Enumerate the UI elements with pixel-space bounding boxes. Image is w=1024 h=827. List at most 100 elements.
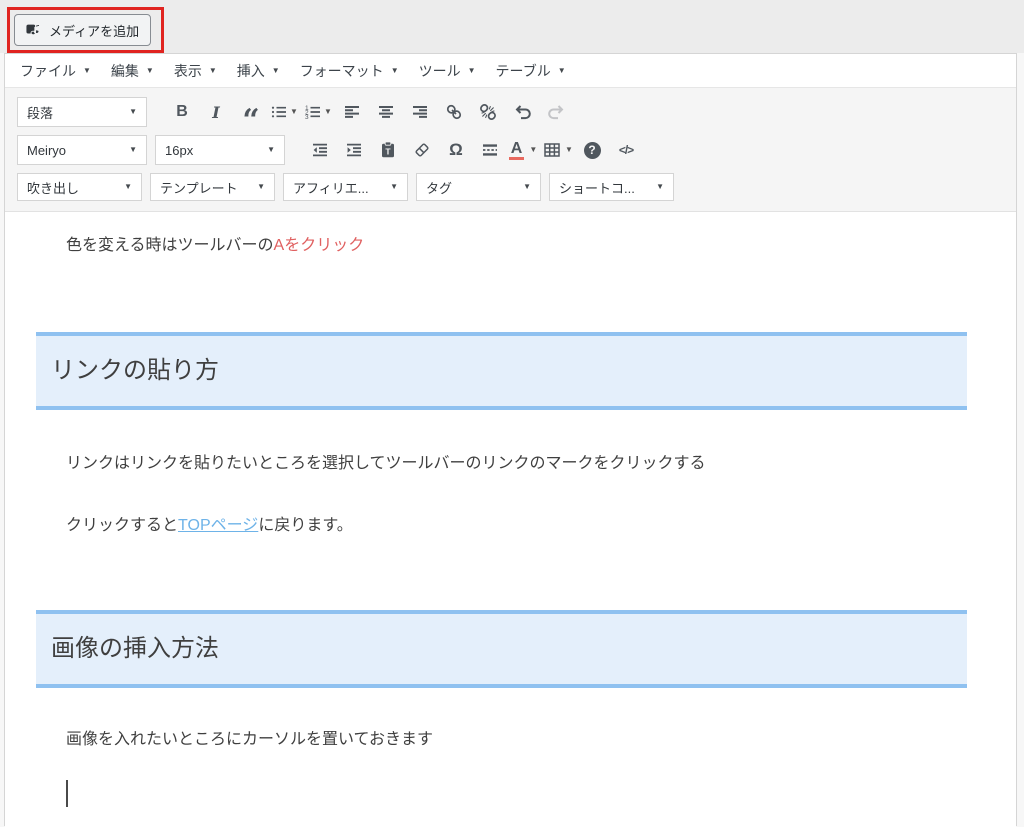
affiliate-select[interactable]: アフィリエ... ▼ (283, 173, 408, 201)
indent-button[interactable] (337, 134, 371, 166)
align-left-button[interactable] (335, 96, 369, 128)
redo-button[interactable] (539, 96, 573, 128)
menu-edit-label: 編集 (111, 61, 139, 81)
bold-button[interactable]: B (165, 96, 199, 128)
menu-insert[interactable]: 挿入 ▼ (227, 54, 290, 87)
toolbar-row-2: Meiryo ▼ 16px ▼ (17, 131, 1004, 169)
menu-table[interactable]: テーブル ▼ (486, 54, 576, 87)
shortcode-value: ショートコ... (559, 178, 635, 197)
font-size-value: 16px (165, 143, 193, 158)
link-icon (445, 103, 463, 121)
help-icon: ? (584, 142, 601, 159)
chevron-down-icon: ▼ (272, 67, 280, 75)
top-page-link[interactable]: TOPページ (178, 517, 258, 534)
empty-line (66, 780, 966, 808)
text-color-button[interactable]: A ▼ (507, 134, 541, 166)
menu-view-label: 表示 (174, 61, 202, 81)
outdent-icon (311, 141, 329, 159)
add-media-icon (26, 23, 42, 37)
special-character-button[interactable]: Ω (439, 134, 473, 166)
outdent-button[interactable] (303, 134, 337, 166)
affiliate-value: アフィリエ... (293, 178, 369, 197)
menu-view[interactable]: 表示 ▼ (164, 54, 227, 87)
clear-formatting-button[interactable] (405, 134, 439, 166)
menu-edit[interactable]: 編集 ▼ (101, 54, 164, 87)
editor-toolbar: 段落 ▼ B I “ ▼ (5, 88, 1016, 212)
numbered-list-icon: 1 2 3 (304, 103, 322, 121)
menu-tools-label: ツール (419, 61, 461, 81)
redo-icon (547, 103, 566, 121)
paste-as-text-button[interactable]: T (371, 134, 405, 166)
chevron-down-icon: ▼ (529, 146, 537, 154)
chevron-down-icon: ▼ (523, 183, 531, 191)
omega-icon: Ω (449, 140, 463, 160)
italic-button[interactable]: I (199, 96, 233, 128)
editor-top-bar: メディアを追加 (0, 0, 1024, 53)
template-select[interactable]: テンプレート ▼ (150, 173, 275, 201)
chevron-down-icon: ▼ (324, 108, 332, 116)
chevron-down-icon: ▼ (656, 183, 664, 191)
bullet-list-icon (270, 103, 288, 121)
chevron-down-icon: ▼ (129, 146, 137, 154)
horizontal-rule-button[interactable] (473, 134, 507, 166)
unlink-icon (479, 103, 497, 121)
eraser-icon (413, 141, 431, 159)
chevron-down-icon: ▼ (267, 146, 275, 154)
font-size-select[interactable]: 16px ▼ (155, 135, 285, 165)
paragraph-color-tip: 色を変える時はツールバーのAをクリック (66, 212, 966, 258)
align-left-icon (343, 103, 361, 121)
chevron-down-icon: ▼ (209, 67, 217, 75)
indent-icon (345, 141, 363, 159)
svg-text:T: T (385, 146, 391, 156)
numbered-list-button[interactable]: 1 2 3 ▼ (301, 96, 335, 128)
editor-menubar: ファイル ▼ 編集 ▼ 表示 ▼ 挿入 ▼ フォーマット ▼ ツール ▼ テーブ… (5, 54, 1016, 88)
paragraph-top-link: クリックするとTOPページに戻ります。 (66, 514, 966, 538)
chevron-down-icon: ▼ (468, 67, 476, 75)
bold-icon: B (176, 103, 188, 121)
insert-link-button[interactable] (437, 96, 471, 128)
paragraph-top-link-before: クリックすると (66, 517, 178, 534)
align-center-button[interactable] (369, 96, 403, 128)
menu-file-label: ファイル (20, 61, 76, 81)
chevron-down-icon: ▼ (129, 108, 137, 116)
align-right-button[interactable] (403, 96, 437, 128)
menu-format-label: フォーマット (300, 61, 384, 81)
bullet-list-button[interactable]: ▼ (267, 96, 301, 128)
chevron-down-icon: ▼ (391, 67, 399, 75)
italic-icon: I (212, 103, 219, 122)
chevron-down-icon: ▼ (257, 183, 265, 191)
remove-link-button[interactable] (471, 96, 505, 128)
paragraph-color-tip-text: 色を変える時はツールバーの (66, 237, 274, 254)
undo-button[interactable] (505, 96, 539, 128)
add-media-label: メディアを追加 (49, 21, 139, 40)
menu-table-label: テーブル (496, 61, 551, 81)
menu-file[interactable]: ファイル ▼ (10, 54, 101, 87)
template-value: テンプレート (160, 178, 238, 197)
menu-insert-label: 挿入 (237, 61, 265, 81)
help-button[interactable]: ? (575, 134, 609, 166)
menu-format[interactable]: フォーマット ▼ (290, 54, 409, 87)
text-color-icon: A (511, 141, 523, 160)
paragraph-link-instruction: リンクはリンクを貼りたいところを選択してツールバーのリンクのマークをクリックする (66, 452, 966, 476)
block-format-value: 段落 (27, 103, 53, 122)
svg-text:3: 3 (305, 114, 309, 121)
chevron-down-icon: ▼ (290, 108, 298, 116)
code-button[interactable]: </> (609, 134, 643, 166)
table-icon (543, 141, 561, 159)
undo-icon (513, 103, 532, 121)
blockquote-button[interactable]: “ (233, 96, 267, 128)
speech-bubble-select[interactable]: 吹き出し ▼ (17, 173, 142, 201)
font-family-select[interactable]: Meiryo ▼ (17, 135, 147, 165)
toolbar-row-3: 吹き出し ▼ テンプレート ▼ アフィリエ... ▼ タグ ▼ ショートコ...… (17, 171, 1004, 203)
shortcode-select[interactable]: ショートコ... ▼ (549, 173, 674, 201)
table-button[interactable]: ▼ (541, 134, 575, 166)
add-media-button[interactable]: メディアを追加 (14, 14, 151, 46)
tag-select[interactable]: タグ ▼ (416, 173, 541, 201)
tag-value: タグ (426, 178, 452, 197)
chevron-down-icon: ▼ (124, 183, 132, 191)
chevron-down-icon: ▼ (83, 67, 91, 75)
chevron-down-icon: ▼ (558, 67, 566, 75)
editor-content-area[interactable]: 色を変える時はツールバーのAをクリック リンクの貼り方 リンクはリンクを貼りたい… (5, 212, 1016, 827)
block-format-select[interactable]: 段落 ▼ (17, 97, 147, 127)
menu-tools[interactable]: ツール ▼ (409, 54, 486, 87)
